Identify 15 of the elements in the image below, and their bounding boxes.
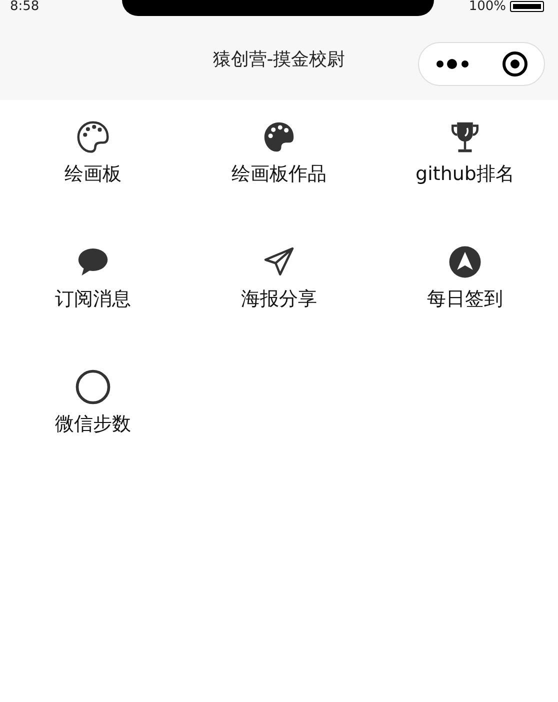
menu-label[interactable]: 微信步数 — [55, 411, 131, 437]
menu-label[interactable]: 海报分享 — [241, 286, 317, 312]
navigation-icon[interactable] — [447, 244, 483, 280]
close-icon[interactable] — [502, 51, 528, 77]
palette-icon[interactable] — [75, 119, 111, 155]
battery-percent: 100% — [468, 0, 506, 13]
more-icon[interactable] — [434, 58, 471, 70]
menu-label[interactable]: 绘画板 — [64, 161, 122, 187]
menu-label[interactable]: 绘画板作品 — [232, 161, 326, 187]
page-title: 猿创营-摸金校尉 — [212, 48, 346, 71]
menu-label[interactable]: 订阅消息 — [55, 286, 131, 312]
status-time: 8:58 — [10, 0, 40, 13]
menu-label[interactable]: github排名 — [416, 161, 514, 187]
menu-label[interactable]: 每日签到 — [427, 286, 503, 312]
circle-icon[interactable] — [75, 369, 111, 405]
